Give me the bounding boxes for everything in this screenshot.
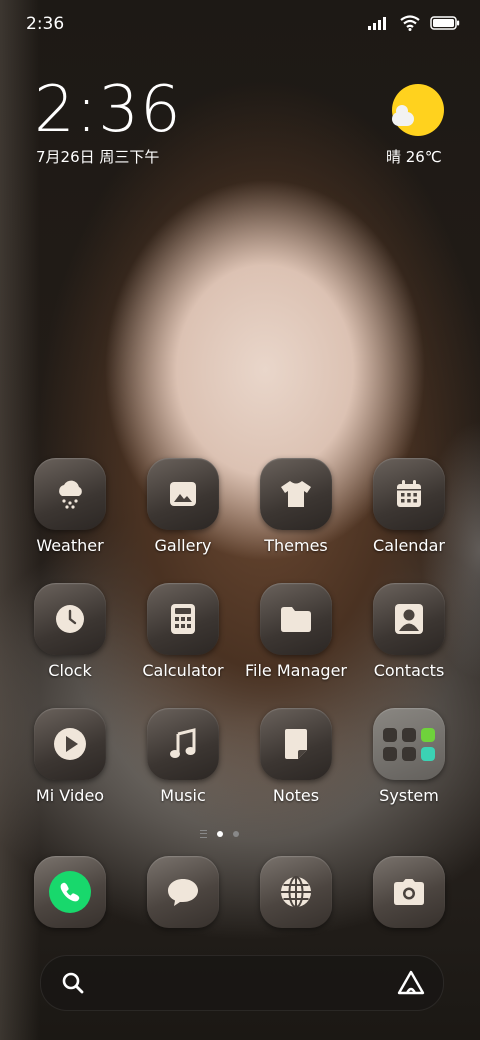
clock-widget-time[interactable]: 2:36 <box>34 78 182 142</box>
app-label: Notes <box>272 786 320 805</box>
app-weather[interactable]: Weather <box>14 458 126 555</box>
status-icons <box>368 15 460 31</box>
clock-icon <box>34 583 106 655</box>
cloud-icon <box>392 105 414 126</box>
app-file-manager[interactable]: File Manager <box>240 583 352 680</box>
app-label: Gallery <box>154 536 212 555</box>
status-time: 2:36 <box>26 14 65 34</box>
dock-camera[interactable] <box>353 856 465 928</box>
app-notes[interactable]: Notes <box>240 708 352 805</box>
play-icon <box>34 708 106 780</box>
phone-icon <box>34 856 106 928</box>
music-icon <box>147 708 219 780</box>
dock-browser[interactable] <box>240 856 352 928</box>
camera-icon <box>373 856 445 928</box>
app-gallery[interactable]: Gallery <box>127 458 239 555</box>
mini-app-icon <box>421 746 435 761</box>
themes-icon <box>260 458 332 530</box>
gallery-icon <box>147 458 219 530</box>
app-themes[interactable]: Themes <box>240 458 352 555</box>
app-system-folder[interactable]: System <box>353 708 465 805</box>
app-label: Calculator <box>142 661 224 680</box>
clock-widget-date: 7月26日 周三下午 <box>36 148 160 166</box>
signal-icon <box>368 17 386 30</box>
app-clock[interactable]: Clock <box>14 583 126 680</box>
page-dot <box>233 831 239 837</box>
app-label: Calendar <box>373 536 445 555</box>
contacts-icon <box>373 583 445 655</box>
weather-widget[interactable]: 晴 26℃ <box>384 82 448 166</box>
wifi-icon <box>400 15 420 31</box>
calendar-icon <box>373 458 445 530</box>
mini-app-icon <box>402 746 416 761</box>
mini-app-icon <box>402 727 416 742</box>
search-bar[interactable] <box>40 955 444 1011</box>
app-label: Weather <box>36 536 104 555</box>
weather-text: 晴 26℃ <box>386 148 442 166</box>
mini-app-icon <box>383 746 397 761</box>
weather-icon <box>34 458 106 530</box>
page-indicator-list-icon <box>200 830 207 838</box>
app-mi-video[interactable]: Mi Video <box>14 708 126 805</box>
status-bar: 2:36 <box>0 0 480 50</box>
battery-icon <box>430 16 460 30</box>
folder-group-icon <box>373 708 445 780</box>
dock-messages[interactable] <box>127 856 239 928</box>
dock-phone[interactable] <box>14 856 126 928</box>
folder-icon <box>260 583 332 655</box>
page-indicator[interactable] <box>200 830 239 838</box>
app-label: Clock <box>48 661 92 680</box>
app-contacts[interactable]: Contacts <box>353 583 465 680</box>
app-label: Contacts <box>373 661 445 680</box>
app-calendar[interactable]: Calendar <box>353 458 465 555</box>
app-label: System <box>379 786 439 805</box>
app-label: Music <box>160 786 206 805</box>
mini-app-icon <box>421 727 435 742</box>
notes-icon <box>260 708 332 780</box>
assistant-icon[interactable] <box>397 970 425 996</box>
page-dot-current <box>217 831 223 837</box>
app-label: Themes <box>264 536 328 555</box>
app-music[interactable]: Music <box>127 708 239 805</box>
globe-icon <box>260 856 332 928</box>
app-label: File Manager <box>245 661 347 680</box>
mini-app-icon <box>383 727 397 742</box>
calculator-icon <box>147 583 219 655</box>
search-icon[interactable] <box>61 971 85 995</box>
app-label: Mi Video <box>35 786 105 805</box>
app-calculator[interactable]: Calculator <box>127 583 239 680</box>
phone-badge <box>49 871 91 913</box>
message-icon <box>147 856 219 928</box>
